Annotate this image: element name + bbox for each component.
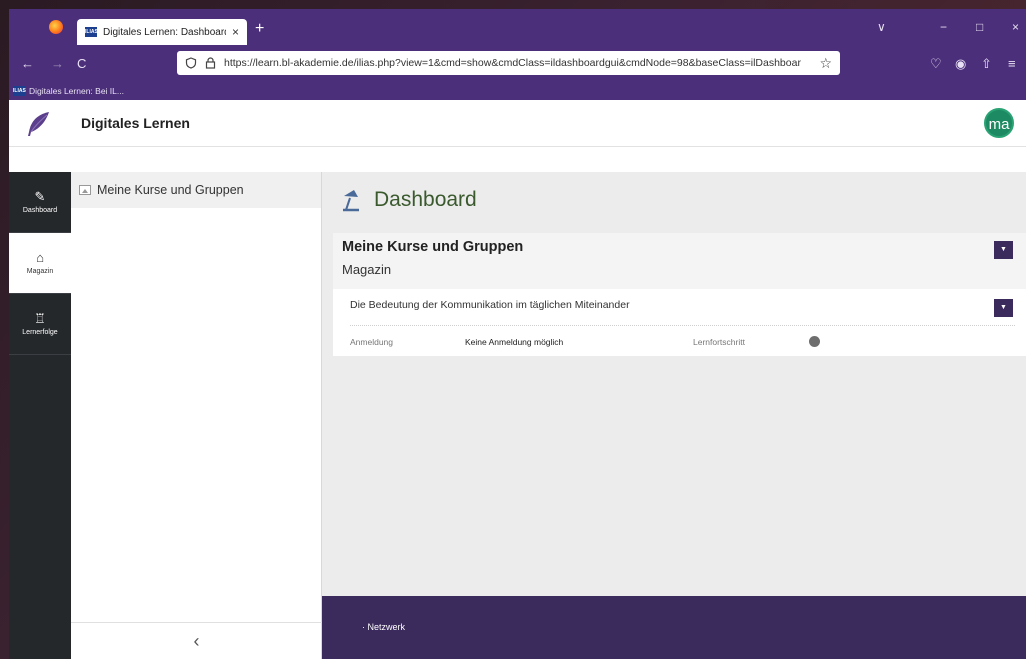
bookmark-item[interactable]: Digitales Lernen: Bei IL... bbox=[29, 86, 124, 96]
mainbar-item-label: Dashboard bbox=[22, 207, 58, 214]
panel-subtitle: Magazin bbox=[342, 262, 392, 277]
registration-value: Keine Anmeldung möglich bbox=[465, 337, 564, 347]
back-icon[interactable]: ← bbox=[21, 56, 34, 71]
repository-icon: ⌂ bbox=[36, 250, 44, 265]
window-close-icon[interactable]: × bbox=[1012, 20, 1019, 34]
tab-title: Digitales Lernen: Dashboard bbox=[103, 26, 226, 38]
mainbar-item-lernerfolge[interactable]: ♖ Lernerfolge bbox=[9, 294, 71, 355]
browser-tab[interactable]: ILIAS Digitales Lernen: Dashboard × bbox=[77, 19, 247, 45]
url-bar[interactable]: https://learn.bl-akademie.de/ilias.php?v… bbox=[177, 51, 840, 75]
tab-close-icon[interactable]: × bbox=[232, 25, 239, 39]
progress-label: Lernfortschritt bbox=[693, 337, 745, 347]
shield-icon bbox=[185, 57, 197, 69]
lock-icon bbox=[205, 57, 216, 69]
mainbar-item-dashboard[interactable]: ✎ Dashboard bbox=[9, 172, 71, 233]
mainbar-item-magazin[interactable]: ⌂ Magazin bbox=[9, 233, 71, 294]
extensions-icon[interactable]: ⇧ bbox=[981, 56, 992, 72]
panel-header: Meine Kurse und Gruppen Magazin bbox=[333, 233, 1026, 289]
footer: · Netzwerk bbox=[322, 596, 1026, 659]
slate-item-meine-kurse[interactable]: Meine Kurse und Gruppen bbox=[71, 172, 321, 208]
account-icon[interactable]: ◉ bbox=[955, 56, 966, 72]
collapse-slate-button[interactable]: ‹ bbox=[71, 622, 322, 659]
panel-title: Meine Kurse und Gruppen bbox=[342, 239, 524, 255]
list-tabs-chevron-icon[interactable]: ∨ bbox=[877, 20, 886, 34]
maximize-icon[interactable]: □ bbox=[976, 20, 983, 34]
course-item-title[interactable]: Die Bedeutung der Kommunikation im tägli… bbox=[350, 299, 630, 311]
divider bbox=[350, 325, 1015, 326]
avatar[interactable]: ma bbox=[984, 108, 1014, 138]
desk-lamp-icon bbox=[343, 190, 359, 212]
ilias-favicon-icon: ILIAS bbox=[85, 27, 98, 37]
forward-icon[interactable]: → bbox=[51, 56, 64, 71]
firefox-icon[interactable] bbox=[49, 20, 63, 34]
ilias-favicon-icon: ILIAS bbox=[13, 85, 26, 96]
app-menu-icon[interactable]: ≡ bbox=[1008, 56, 1016, 71]
desk-lamp-icon: ✎ bbox=[34, 189, 46, 204]
main-content: Dashboard Meine Kurse und Gruppen Magazi… bbox=[322, 172, 1026, 596]
bookmarks-bar: ILIAS Digitales Lernen: Bei IL... bbox=[9, 81, 1026, 100]
item-actions-dropdown-button[interactable]: ▼ bbox=[994, 299, 1013, 317]
main-bar: ✎ Dashboard ⌂ Magazin ♖ Lernerfolge bbox=[9, 172, 71, 659]
trophy-icon: ♖ bbox=[34, 311, 46, 326]
url-text: https://learn.bl-akademie.de/ilias.php?v… bbox=[224, 57, 801, 69]
feather-logo-icon[interactable] bbox=[25, 110, 53, 138]
browser-window: ILIAS Digitales Lernen: Dashboard × + ∨ … bbox=[9, 9, 1026, 659]
new-tab-button[interactable]: + bbox=[255, 20, 264, 38]
pocket-icon[interactable]: ♡ bbox=[930, 56, 942, 72]
page-title: Dashboard bbox=[374, 188, 477, 211]
progress-status-icon bbox=[809, 336, 820, 347]
mainbar-item-label: Lernerfolge bbox=[22, 329, 58, 336]
mainbar-item-label: Magazin bbox=[26, 268, 54, 275]
tab-strip: ILIAS Digitales Lernen: Dashboard × + ∨ … bbox=[9, 9, 1026, 45]
reload-icon[interactable]: C bbox=[77, 56, 86, 71]
chevron-left-icon: ‹ bbox=[193, 630, 200, 651]
image-icon bbox=[79, 185, 91, 195]
app-title[interactable]: Digitales Lernen bbox=[81, 115, 190, 131]
footer-link-netzwerk[interactable]: · Netzwerk bbox=[362, 622, 405, 632]
registration-label: Anmeldung bbox=[350, 337, 394, 347]
bookmark-star-icon[interactable]: ☆ bbox=[819, 55, 832, 72]
panel-actions-dropdown-button[interactable]: ▼ bbox=[994, 241, 1013, 259]
navigation-bar: ← → C https://learn.bl-akademie.de/ilias… bbox=[9, 45, 1026, 81]
courses-panel: Meine Kurse und Gruppen Magazin ▼ Die Be… bbox=[333, 233, 1026, 356]
page-header: Dashboard bbox=[340, 188, 477, 212]
minimize-icon[interactable]: − bbox=[940, 20, 947, 34]
app-header: Digitales Lernen ma bbox=[9, 100, 1026, 147]
slate-item-label: Meine Kurse und Gruppen bbox=[97, 183, 244, 197]
header-spacer bbox=[9, 147, 1026, 172]
slate-panel: Meine Kurse und Gruppen ‹ bbox=[71, 172, 322, 659]
